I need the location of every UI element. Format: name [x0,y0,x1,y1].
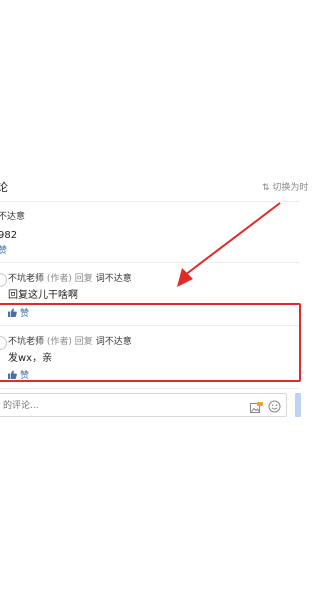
annotation-arrow [177,202,281,287]
